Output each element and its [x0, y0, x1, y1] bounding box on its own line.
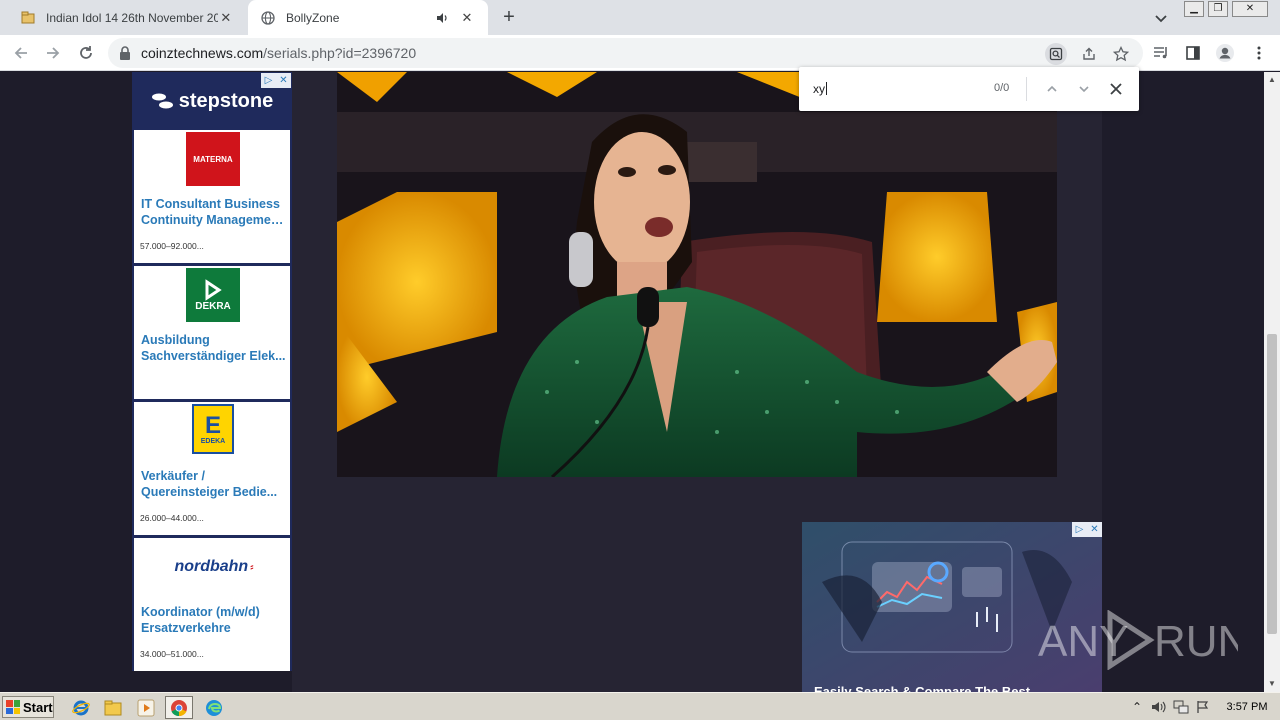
- job-salary: 57.000–92.000...: [140, 241, 204, 251]
- globe-icon: [260, 10, 276, 26]
- network-icon[interactable]: [1170, 698, 1192, 716]
- find-count: 0/0: [994, 82, 1010, 94]
- find-bar: xy 0/0: [799, 67, 1139, 111]
- share-icon[interactable]: [1078, 43, 1100, 65]
- windows-flag-icon: [6, 700, 20, 714]
- brand-text: stepstone: [178, 89, 274, 112]
- text-caret: [826, 82, 827, 95]
- forward-button[interactable]: [41, 41, 65, 65]
- chrome-icon[interactable]: [165, 696, 193, 719]
- find-previous-button[interactable]: [1041, 78, 1063, 100]
- media-player-icon[interactable]: [135, 697, 157, 719]
- find-separator: [1026, 77, 1027, 101]
- materna-logo: MATERNA: [186, 132, 240, 186]
- job-card[interactable]: DEKRA Ausbildung Sachverständiger Elek..…: [134, 266, 290, 399]
- address-bar[interactable]: coinztechnews.com/serials.php?id=2396720: [108, 38, 1143, 68]
- scroll-up-arrow[interactable]: ▲: [1267, 75, 1277, 85]
- web-page: stepstone ▷ ✕ MATERNA IT Consultant Busi…: [0, 72, 1264, 692]
- side-panel-icon[interactable]: [1182, 42, 1204, 64]
- start-label: Start: [23, 699, 53, 715]
- scroll-down-arrow[interactable]: ▼: [1267, 679, 1277, 689]
- system-tray: ⌃ 3:57 PM: [1126, 695, 1280, 719]
- reload-button[interactable]: [74, 41, 98, 65]
- windows-taskbar: Start ⌃ 3:57 PM: [0, 692, 1280, 720]
- tab-title: Indian Idol 14 26th November 2023: [46, 10, 218, 25]
- tab-bollyzone[interactable]: BollyZone ✕: [248, 0, 488, 35]
- close-window-button[interactable]: ✕: [1232, 1, 1268, 17]
- nordbahn-logo: nordbahn ⸗: [174, 558, 254, 575]
- find-query: xy: [813, 82, 825, 96]
- job-salary: 26.000–44.000...: [140, 513, 204, 523]
- tab-indian-idol[interactable]: Indian Idol 14 26th November 2023 ✕: [8, 0, 246, 35]
- speaker-icon[interactable]: [434, 10, 450, 26]
- url-text[interactable]: coinztechnews.com/serials.php?id=2396720: [141, 45, 416, 61]
- job-card[interactable]: E EDEKA Verkäufer / Quereinsteiger Bedie…: [134, 402, 290, 535]
- tab-strip: Indian Idol 14 26th November 2023 ✕ Boll…: [0, 0, 1280, 35]
- menu-kebab-icon[interactable]: [1248, 42, 1270, 64]
- ad-headline[interactable]: Easily Search & Compare The Best: [814, 684, 1030, 692]
- url-domain: coinztechnews.com: [141, 45, 264, 61]
- profile-avatar-icon[interactable]: [1214, 42, 1236, 64]
- job-card[interactable]: MATERNA IT Consultant Business Continuit…: [134, 130, 290, 263]
- lock-icon[interactable]: [118, 45, 134, 61]
- watermark-right: RUN: [1154, 617, 1238, 666]
- adchoices-icon[interactable]: ▷: [1072, 522, 1087, 537]
- ad-choices[interactable]: ▷ ✕: [1072, 522, 1102, 537]
- url-path: /serials.php?id=2396720: [263, 45, 417, 61]
- tray-expand-icon[interactable]: ⌃: [1126, 698, 1148, 716]
- browser-toolbar: coinztechnews.com/serials.php?id=2396720: [0, 35, 1280, 71]
- volume-icon[interactable]: [1148, 698, 1170, 716]
- job-card[interactable]: nordbahn ⸗ Koordinator (m/w/d) Ersatzver…: [134, 538, 290, 671]
- video-player[interactable]: [337, 72, 1057, 477]
- ad-choices[interactable]: ▷ ✕: [261, 73, 291, 88]
- job-title[interactable]: Verkäufer / Quereinsteiger Bedie...: [141, 468, 287, 500]
- tab-title: BollyZone: [286, 10, 340, 25]
- bookmark-star-icon[interactable]: [1110, 43, 1132, 65]
- edeka-logo: E EDEKA: [192, 404, 234, 454]
- file-explorer-icon[interactable]: [102, 697, 124, 719]
- anyrun-watermark: ANY RUN: [1038, 609, 1249, 671]
- system-clock[interactable]: 3:57 PM: [1214, 701, 1280, 713]
- job-title[interactable]: Ausbildung Sachverständiger Elek...: [141, 332, 287, 364]
- job-salary: 34.000–51.000...: [140, 649, 204, 659]
- job-title[interactable]: IT Consultant Business Continuity Manage…: [141, 196, 287, 228]
- minimize-button[interactable]: ▁: [1184, 1, 1204, 17]
- tab-close-icon[interactable]: ✕: [458, 9, 476, 27]
- page-scrollbar[interactable]: ▲ ▼: [1264, 72, 1280, 692]
- find-close-button[interactable]: [1105, 78, 1127, 100]
- ad-close-icon[interactable]: ✕: [1087, 522, 1102, 537]
- restore-button[interactable]: ❐: [1208, 1, 1228, 17]
- find-input[interactable]: xy: [813, 82, 827, 96]
- new-tab-button[interactable]: +: [498, 6, 520, 28]
- edge-icon[interactable]: [203, 697, 225, 719]
- adchoices-icon[interactable]: ▷: [261, 73, 276, 88]
- find-next-button[interactable]: [1073, 78, 1095, 100]
- dekra-logo: DEKRA: [186, 268, 240, 322]
- media-control-icon[interactable]: [1150, 42, 1172, 64]
- left-job-ad[interactable]: stepstone ▷ ✕ MATERNA IT Consultant Busi…: [132, 72, 292, 671]
- video-frame-image: [337, 72, 1057, 477]
- zoom-lens-icon[interactable]: [1045, 43, 1067, 65]
- chevron-down-icon[interactable]: [1152, 9, 1170, 27]
- scrollbar-thumb[interactable]: [1267, 334, 1277, 634]
- tab-close-icon[interactable]: ✕: [218, 9, 234, 27]
- page-icon: [20, 10, 36, 26]
- action-center-flag-icon[interactable]: [1192, 698, 1214, 716]
- internet-explorer-icon[interactable]: [70, 697, 92, 719]
- back-button[interactable]: [9, 41, 33, 65]
- start-button[interactable]: Start: [2, 696, 54, 718]
- job-title[interactable]: Koordinator (m/w/d) Ersatzverkehre: [141, 604, 287, 636]
- ad-close-icon[interactable]: ✕: [276, 73, 291, 88]
- watermark-left: ANY: [1038, 617, 1128, 666]
